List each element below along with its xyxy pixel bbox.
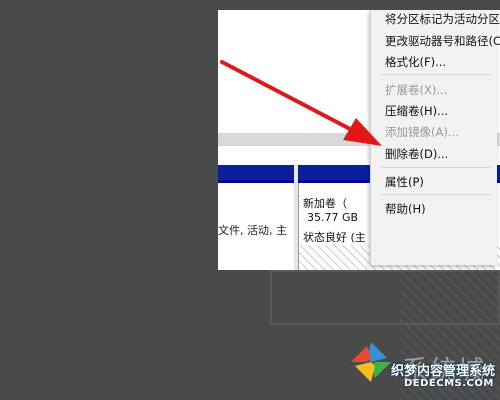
volume-status: 状态良好 (主: [303, 231, 366, 244]
menu-item-add-mirror: 添加镜像(A)...: [385, 125, 459, 139]
menu-item-extend-volume: 扩展卷(X)...: [385, 83, 448, 97]
background-frame: [270, 270, 500, 325]
menu-item-help[interactable]: 帮助(H): [385, 201, 426, 217]
menu-item-properties[interactable]: 属性(P): [385, 174, 424, 190]
context-menu: 将分区标记为活动分区 更改驱动器号和路径(C)... 格式化(F)... 扩展卷…: [370, 10, 500, 265]
volume-header-bar-left: [218, 165, 294, 183]
watermark-url: DEDECMS.COM: [404, 378, 494, 389]
menu-item-delete-volume[interactable]: 删除卷(D)...: [385, 146, 448, 162]
menu-item-format[interactable]: 格式化(F)...: [385, 54, 446, 70]
menu-separator: [381, 74, 491, 75]
left-volume-info[interactable]: 文件, 活动, 主: [218, 222, 287, 238]
watermark-site-name: 织梦内容管理系统: [391, 364, 496, 379]
volume-name: 新加卷（: [303, 197, 347, 210]
menu-separator: [381, 167, 491, 168]
volume-size: 35.77 GB: [307, 211, 359, 224]
menu-item-mark-active[interactable]: 将分区标记为活动分区: [385, 11, 500, 27]
windows-logo-icon: [351, 342, 391, 382]
menu-item-change-drive-letter[interactable]: 更改驱动器号和路径(C)...: [385, 33, 500, 49]
menu-item-shrink-volume[interactable]: 压缩卷(H)...: [385, 103, 448, 119]
menu-separator: [381, 194, 491, 195]
